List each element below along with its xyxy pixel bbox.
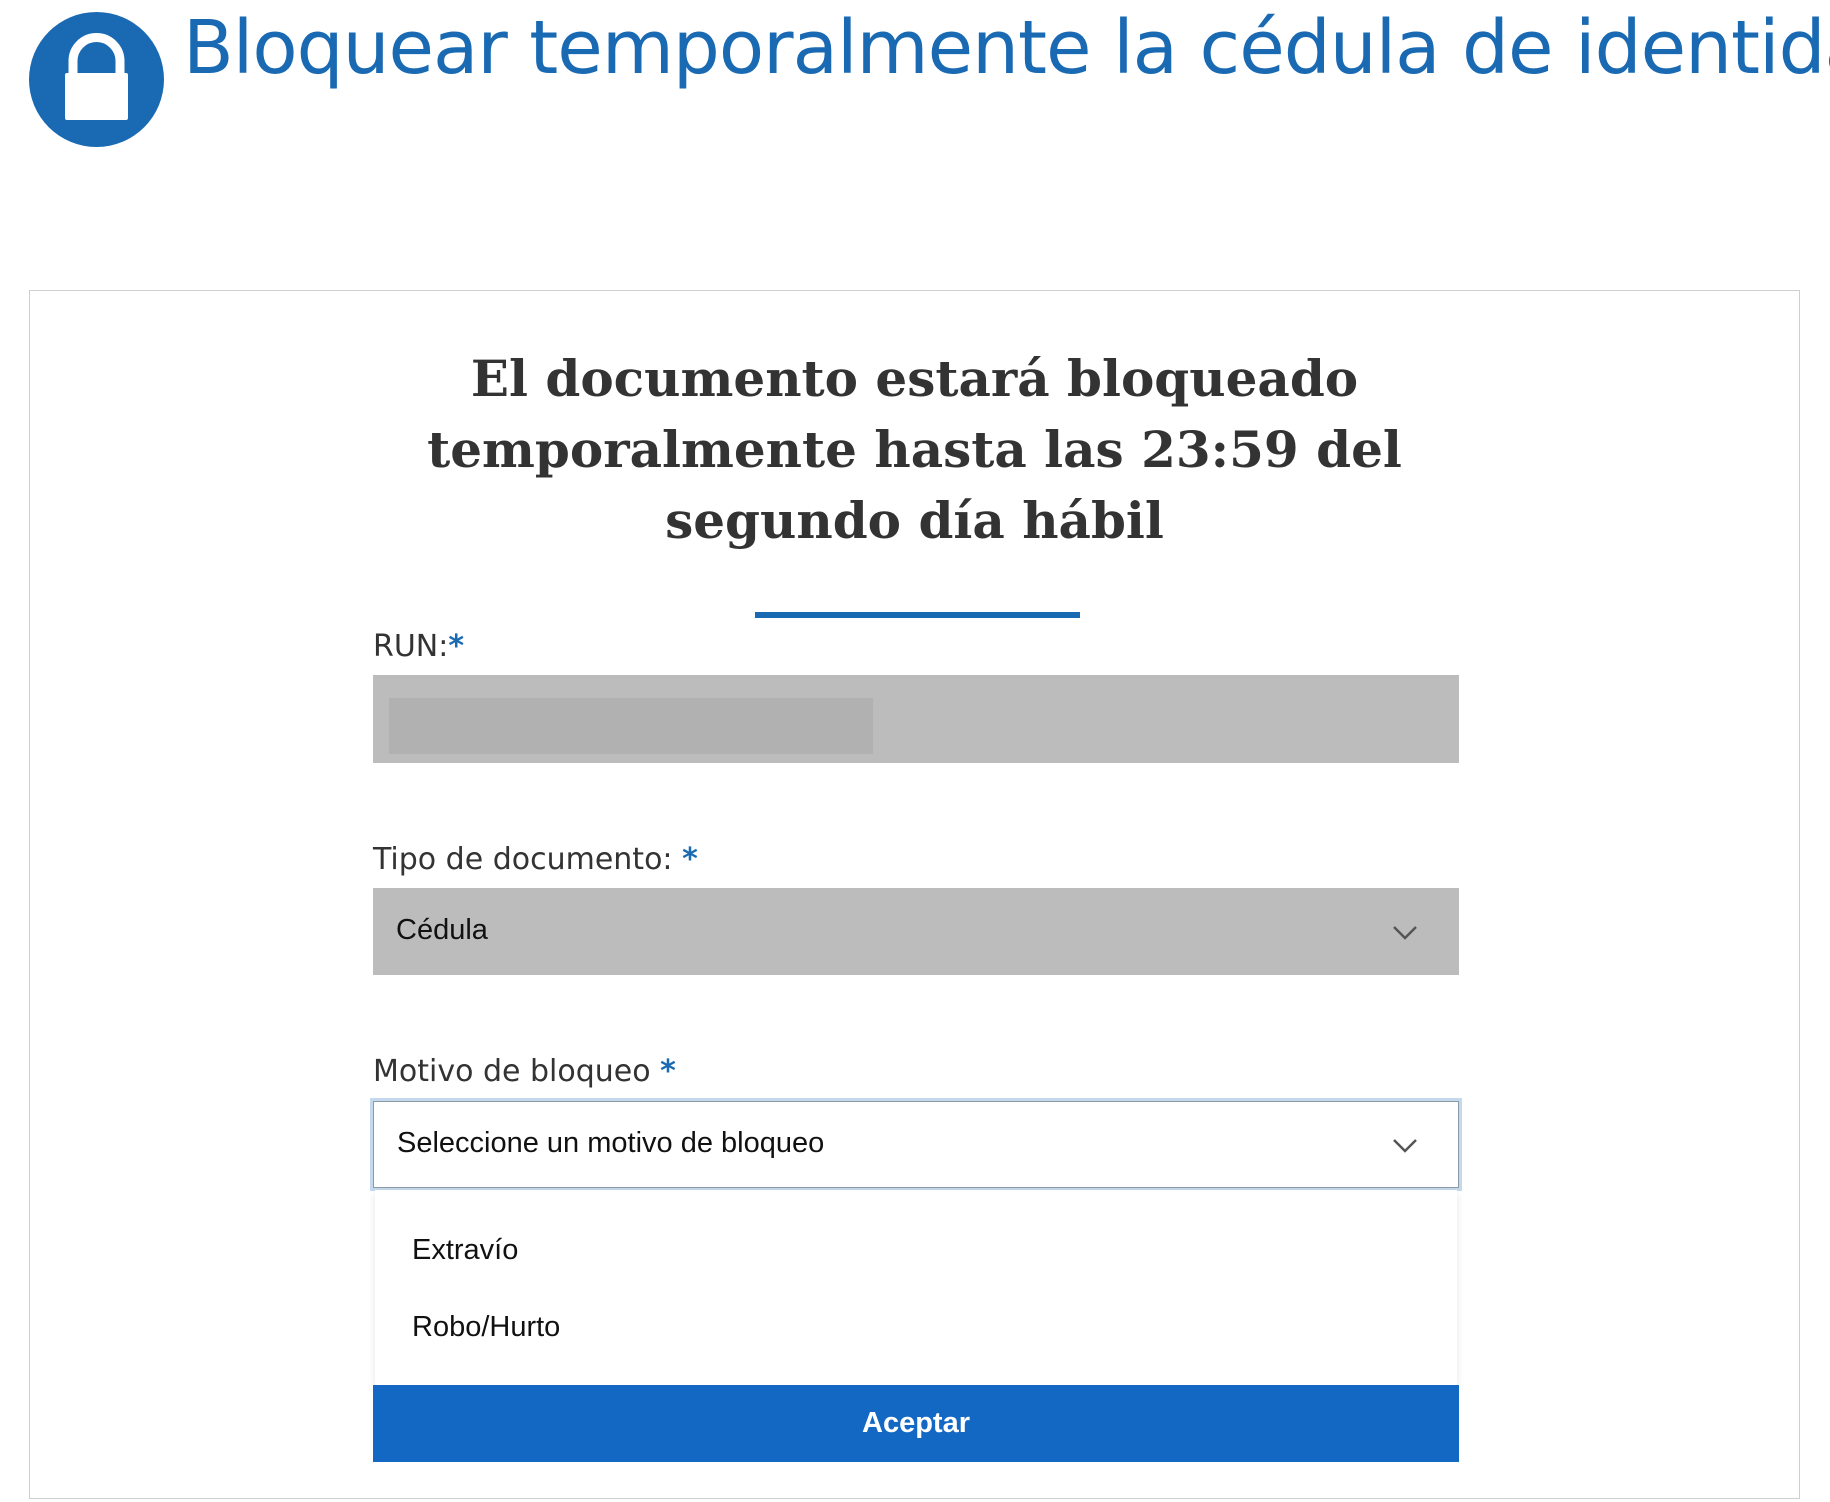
- block-reason-select[interactable]: Seleccione un motivo de bloqueo: [373, 1101, 1459, 1188]
- block-form-card: El documento estará bloqueado temporalme…: [29, 290, 1800, 1499]
- block-reason-dropdown-menu: Extravío Robo/Hurto: [375, 1190, 1457, 1385]
- run-label: RUN:*: [373, 627, 464, 667]
- lock-icon: [29, 12, 164, 147]
- document-type-selected-value: Cédula: [396, 914, 488, 946]
- block-reason-placeholder: Seleccione un motivo de bloqueo: [397, 1127, 825, 1159]
- document-type-select[interactable]: Cédula: [373, 888, 1459, 975]
- page-header: Bloquear temporalmente la cédula de iden…: [0, 0, 1830, 160]
- run-input[interactable]: [373, 675, 1459, 763]
- page-title: Bloquear temporalmente la cédula de iden…: [183, 5, 1830, 91]
- chevron-down-icon: [1393, 1139, 1417, 1153]
- title-underline: [755, 612, 1080, 618]
- block-reason-label: Motivo de bloqueo *: [373, 1052, 676, 1092]
- document-type-label-text: Tipo de documento:: [373, 842, 673, 877]
- run-value-redacted: [389, 698, 873, 754]
- card-title-line-2: temporalmente hasta las 23:59 del: [427, 420, 1402, 479]
- run-required-mark: *: [448, 629, 465, 664]
- chevron-down-icon: [1393, 926, 1417, 940]
- run-label-text: RUN:: [373, 629, 449, 664]
- card-title: El documento estará bloqueado temporalme…: [30, 343, 1799, 556]
- card-title-line-3: segundo día hábil: [665, 491, 1164, 550]
- block-reason-required-mark: *: [660, 1054, 676, 1089]
- dropdown-option-extravio[interactable]: Extravío: [412, 1230, 518, 1270]
- document-type-required-mark: *: [682, 842, 698, 877]
- block-reason-label-text: Motivo de bloqueo: [373, 1054, 651, 1089]
- document-type-label: Tipo de documento: *: [373, 840, 698, 880]
- card-title-line-1: El documento estará bloqueado: [470, 349, 1359, 408]
- accept-button[interactable]: Aceptar: [373, 1385, 1459, 1462]
- dropdown-option-robo-hurto[interactable]: Robo/Hurto: [412, 1307, 560, 1347]
